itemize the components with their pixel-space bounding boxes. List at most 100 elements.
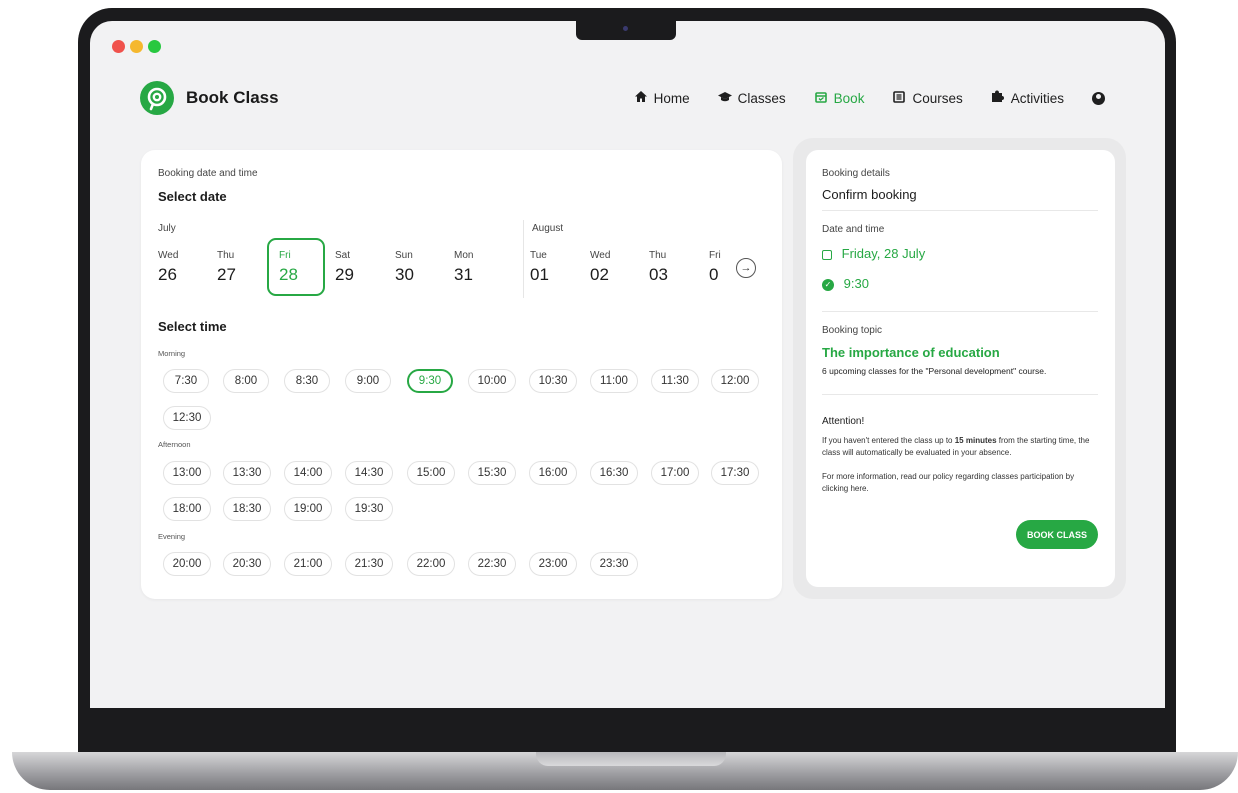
day-name: Fri: [709, 250, 721, 261]
time-slot[interactable]: 20:30: [223, 552, 271, 576]
close-window-button[interactable]: [112, 40, 125, 53]
day-name: Tue: [530, 250, 547, 261]
time-slot[interactable]: 13:30: [223, 461, 271, 485]
time-slot[interactable]: 19:30: [345, 497, 393, 521]
nav-courses-label: Courses: [912, 90, 963, 106]
nav-classes[interactable]: Classes: [717, 91, 786, 106]
time-slot[interactable]: 13:00: [163, 461, 211, 485]
app-logo[interactable]: [140, 81, 174, 115]
time-slot[interactable]: 20:00: [163, 552, 211, 576]
puzzle-icon: [991, 90, 1005, 106]
day-number: 31: [454, 265, 473, 284]
user-circle-icon: [1092, 91, 1105, 105]
nav-home-label: Home: [653, 90, 690, 106]
day-number: 30: [395, 265, 414, 284]
window-controls: [112, 40, 161, 53]
divider: [822, 394, 1098, 395]
maximize-window-button[interactable]: [148, 40, 161, 53]
time-slot[interactable]: 14:30: [345, 461, 393, 485]
date-option[interactable]: Fri 28: [267, 238, 325, 296]
time-slot[interactable]: 15:30: [468, 461, 516, 485]
day-number: 26: [158, 265, 177, 284]
confirm-booking-title: Confirm booking: [822, 187, 917, 202]
main-nav: Home Classes Book Courses Activities: [634, 90, 1105, 106]
time-slot[interactable]: 12:00: [711, 369, 759, 393]
day-name: Fri: [279, 250, 291, 261]
next-dates-button[interactable]: →: [736, 258, 756, 278]
time-slot[interactable]: 11:00: [590, 369, 638, 393]
time-slot[interactable]: 22:00: [407, 552, 455, 576]
divider: [822, 311, 1098, 312]
date-option[interactable]: Sat 29: [323, 238, 381, 296]
day-name: Mon: [454, 250, 474, 261]
date-option[interactable]: Thu 27: [205, 238, 263, 296]
date-option[interactable]: Wed 02: [578, 238, 636, 296]
day-number: 02: [590, 265, 609, 284]
day-name: Wed: [158, 250, 179, 261]
time-slot[interactable]: 22:30: [468, 552, 516, 576]
time-slot[interactable]: 18:00: [163, 497, 211, 521]
time-slot[interactable]: 17:00: [651, 461, 699, 485]
time-slot[interactable]: 19:00: [284, 497, 332, 521]
time-slot[interactable]: 11:30: [651, 369, 699, 393]
booking-card: Booking date and time Select date July A…: [141, 150, 782, 599]
day-number: 03: [649, 265, 668, 284]
date-option[interactable]: Mon 31: [442, 238, 500, 296]
calendar-check-icon: [822, 249, 832, 260]
time-slot[interactable]: 16:00: [529, 461, 577, 485]
nav-courses[interactable]: Courses: [892, 90, 963, 106]
nav-activities-label: Activities: [1010, 90, 1064, 106]
divider: [822, 210, 1098, 211]
time-slot[interactable]: 9:00: [345, 369, 391, 393]
time-slot[interactable]: 23:30: [590, 552, 638, 576]
attention-title: Attention!: [822, 416, 865, 427]
day-name: Wed: [590, 250, 611, 261]
day-number: 29: [335, 265, 354, 284]
time-slot[interactable]: 8:00: [223, 369, 269, 393]
select-date-title: Select date: [158, 189, 227, 204]
time-slot[interactable]: 21:00: [284, 552, 332, 576]
app-title: Book Class: [186, 88, 279, 107]
date-option[interactable]: Wed 26: [146, 238, 204, 296]
book-class-button[interactable]: BOOK CLASS: [1016, 520, 1098, 549]
day-name: Sat: [335, 250, 351, 261]
topic-label: Booking topic: [822, 325, 883, 336]
time-slot[interactable]: 16:30: [590, 461, 638, 485]
nav-book-label: Book: [833, 90, 865, 106]
time-slot[interactable]: 14:00: [284, 461, 332, 485]
time-slot[interactable]: 17:30: [711, 461, 759, 485]
time-slot[interactable]: 9:30: [407, 369, 453, 393]
details-label: Booking details: [822, 168, 890, 179]
time-slot[interactable]: 23:00: [529, 552, 577, 576]
date-option[interactable]: Tue 01: [518, 238, 576, 296]
home-icon: [634, 91, 648, 105]
topic-description: 6 upcoming classes for the "Personal dev…: [822, 366, 1047, 376]
arrow-right-icon: →: [740, 262, 752, 274]
day-number: 01: [530, 265, 549, 284]
time-slot[interactable]: 21:30: [345, 552, 393, 576]
date-time-label: Date and time: [822, 224, 885, 235]
camera-icon: [623, 26, 628, 31]
time-slot[interactable]: 7:30: [163, 369, 209, 393]
select-time-title: Select time: [158, 319, 227, 334]
nav-profile[interactable]: [1092, 91, 1105, 105]
policy-link[interactable]: For more information, read our policy re…: [822, 471, 1100, 495]
selected-date: Friday, 28 July: [822, 246, 925, 261]
time-slot[interactable]: 18:30: [223, 497, 271, 521]
month-label-july: July: [158, 223, 176, 234]
date-option[interactable]: Sun 30: [383, 238, 441, 296]
time-slot[interactable]: 8:30: [284, 369, 330, 393]
time-slot[interactable]: 10:00: [468, 369, 516, 393]
time-slot[interactable]: 10:30: [529, 369, 577, 393]
nav-activities[interactable]: Activities: [991, 90, 1064, 106]
period-label-morning: Morning: [158, 349, 186, 358]
time-slot[interactable]: 12:30: [163, 406, 211, 430]
date-option[interactable]: Thu 03: [637, 238, 695, 296]
nav-home[interactable]: Home: [634, 91, 690, 106]
minimize-window-button[interactable]: [130, 40, 143, 53]
day-number: 27: [217, 265, 236, 284]
selected-time: ✓ 9:30: [822, 276, 869, 291]
day-name: Thu: [649, 250, 667, 261]
time-slot[interactable]: 15:00: [407, 461, 455, 485]
nav-book[interactable]: Book: [814, 90, 865, 106]
